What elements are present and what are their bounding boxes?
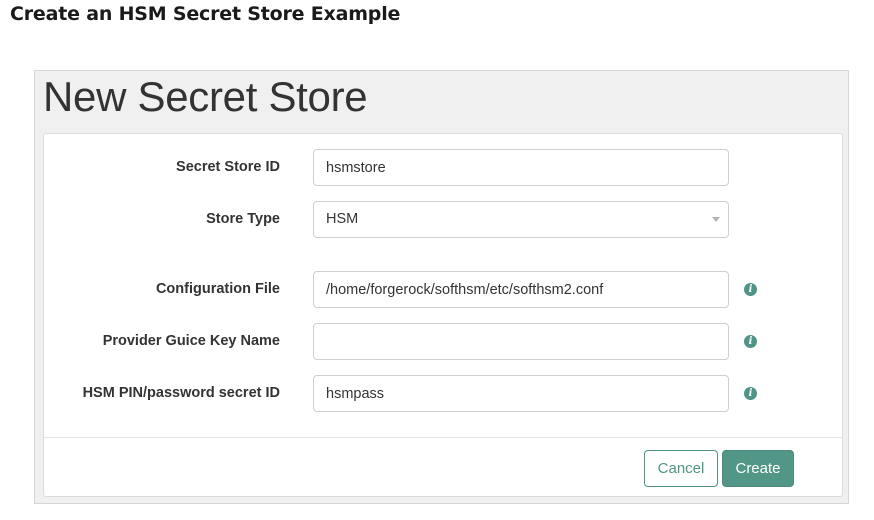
chevron-down-icon	[712, 217, 720, 222]
cancel-button[interactable]: Cancel	[644, 450, 718, 487]
footer-divider	[44, 437, 842, 438]
page-title: New Secret Store	[43, 73, 368, 120]
secret-store-id-row: Secret Store ID	[44, 149, 842, 186]
configuration-file-input[interactable]	[313, 271, 729, 308]
provider-guice-key-name-label: Provider Guice Key Name	[102, 333, 280, 349]
secret-store-id-label: Secret Store ID	[176, 159, 280, 175]
store-type-selected-value: HSM	[326, 211, 359, 227]
form-panel: Secret Store ID Store Type HSM Configura…	[43, 133, 843, 497]
create-button[interactable]: Create	[722, 450, 794, 487]
configuration-file-label: Configuration File	[155, 281, 280, 297]
document-heading: Create an HSM Secret Store Example	[10, 3, 401, 25]
secret-store-id-input[interactable]	[313, 149, 729, 186]
hsm-pin-secret-id-label: HSM PIN/password secret ID	[82, 385, 280, 401]
provider-guice-key-name-input[interactable]	[313, 323, 729, 360]
info-icon[interactable]: i	[744, 387, 757, 400]
store-type-label: Store Type	[206, 211, 280, 227]
store-type-select[interactable]: HSM	[313, 201, 729, 238]
info-icon[interactable]: i	[744, 283, 757, 296]
info-icon[interactable]: i	[744, 335, 757, 348]
hsm-pin-secret-id-input[interactable]	[313, 375, 729, 412]
new-secret-store-screen: New Secret Store Secret Store ID Store T…	[34, 70, 849, 504]
store-type-row: Store Type HSM	[44, 201, 842, 238]
configuration-file-row: Configuration File i	[44, 271, 842, 308]
provider-guice-key-name-row: Provider Guice Key Name i	[44, 323, 842, 360]
hsm-pin-secret-id-row: HSM PIN/password secret ID i	[44, 375, 842, 412]
